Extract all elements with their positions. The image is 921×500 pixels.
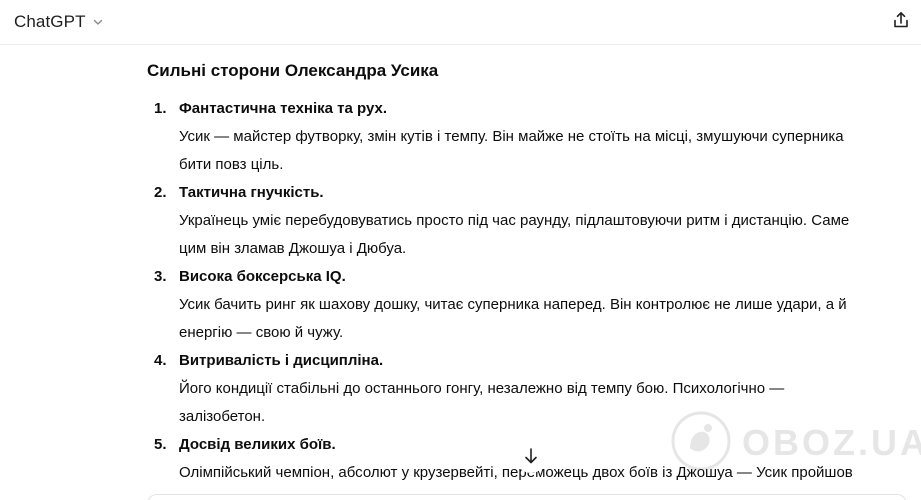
chat-app: ChatGPT Сильні сторони Олександра Усика … [0,0,921,500]
list-item: 3. Висока боксерська IQ. Усик бачить рин… [147,263,907,347]
section-heading: Сильні сторони Олександра Усика [147,61,439,80]
list-item-text-line: Усик — майстер футворку, змін кутів і те… [179,128,844,145]
list-item-title: Висока боксерська IQ. [179,268,346,285]
list-item-number: 2. [154,184,167,201]
list-item-title: Тактична гнучкість. [179,184,324,201]
list-item-text-line: залізобетон. [179,408,266,425]
assistant-message: Сильні сторони Олександра Усика 1. Фанта… [147,60,907,500]
scroll-to-bottom-button[interactable] [516,443,546,473]
list-item-number: 5. [154,436,167,453]
list-item-text-line: бити повз ціль. [179,156,284,173]
list-item-title: Витривалість і дисципліна. [179,352,384,369]
arrow-down-icon [523,447,539,470]
list-item-text-line: Його кондиції стабільні до останнього го… [179,380,785,397]
list-item-title: Фантастична техніка та рух. [179,100,388,117]
list-item-text-line: енергію — свою й чужу. [179,324,344,341]
list-item-text-line: Українець уміє перебудовуватись просто п… [179,212,850,229]
share-button[interactable] [887,8,915,36]
list-item-number: 1. [154,100,167,117]
model-switcher-button[interactable]: ChatGPT [6,6,112,38]
list-item: 1. Фантастична техніка та рух. Усик — ма… [147,95,907,179]
list-item-text-line: цим він зламав Джошуа і Дюбуа. [179,240,407,257]
chevron-down-icon [92,16,104,28]
share-icon [893,11,909,34]
top-bar: ChatGPT [0,0,921,45]
message-composer[interactable] [147,494,907,500]
list-item-text-line: Усик бачить ринг як шахову дошку, читає … [179,296,847,313]
list-item: 4. Витривалість і дисципліна. Його конди… [147,347,907,431]
list-item: 2. Тактична гнучкість. Українець уміє пе… [147,179,907,263]
strengths-list: 1. Фантастична техніка та рух. Усик — ма… [147,95,907,500]
list-item-number: 3. [154,268,167,285]
list-item-number: 4. [154,352,167,369]
model-name: ChatGPT [14,12,86,31]
